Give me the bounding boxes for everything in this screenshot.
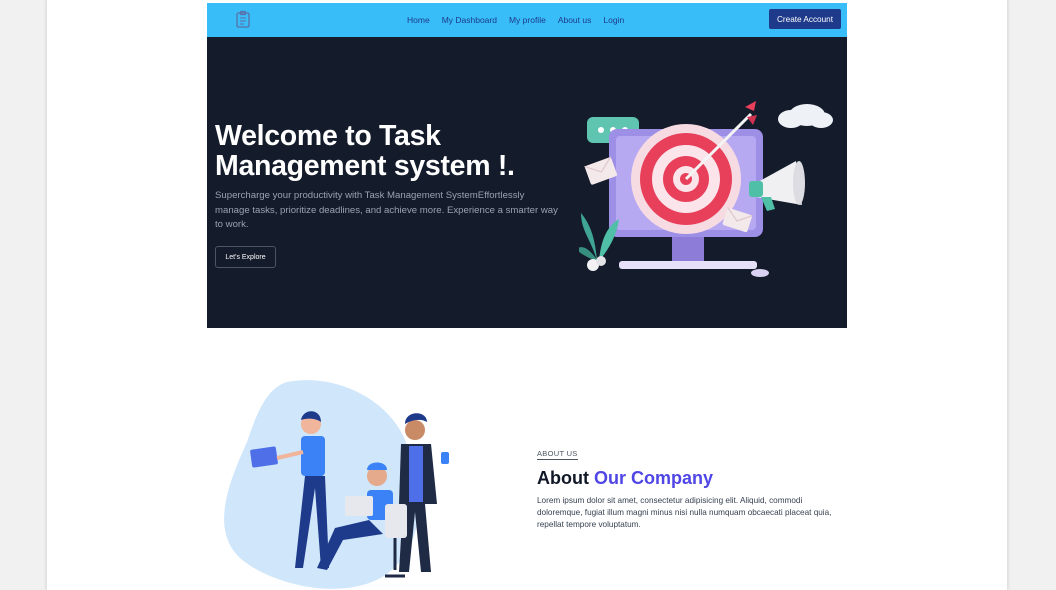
nav-my-dashboard[interactable]: My Dashboard — [442, 15, 497, 25]
nav-about-us[interactable]: About us — [558, 15, 592, 25]
target-illustration — [579, 101, 833, 277]
site: Home My Dashboard My profile About us Lo… — [207, 3, 847, 328]
create-account-button[interactable]: Create Account — [769, 9, 841, 29]
page: Home My Dashboard My profile About us Lo… — [46, 0, 1008, 590]
logo-icon[interactable] — [233, 10, 253, 30]
hero-subtitle: Supercharge your productivity with Task … — [215, 190, 558, 230]
nav-links: Home My Dashboard My profile About us Lo… — [407, 3, 624, 37]
nav-my-profile[interactable]: My profile — [509, 15, 546, 25]
hero-title: Welcome to Task Management system !. — [215, 120, 515, 182]
navbar: Home My Dashboard My profile About us Lo… — [207, 3, 847, 37]
lets-explore-button[interactable]: Let's Explore — [215, 246, 276, 268]
about-title: About Our Company — [537, 468, 713, 489]
nav-login[interactable]: Login — [603, 15, 624, 25]
team-illustration — [224, 380, 449, 589]
about-us-tag: ABOUT US — [537, 449, 578, 460]
about-title-highlight: Our Company — [593, 468, 713, 488]
about-body: Lorem ipsum dolor sit amet, consectetur … — [537, 496, 832, 529]
nav-home[interactable]: Home — [407, 15, 430, 25]
about-title-prefix: About — [537, 468, 594, 488]
hero-section: Welcome to Task Management system !. Sup… — [207, 37, 847, 328]
